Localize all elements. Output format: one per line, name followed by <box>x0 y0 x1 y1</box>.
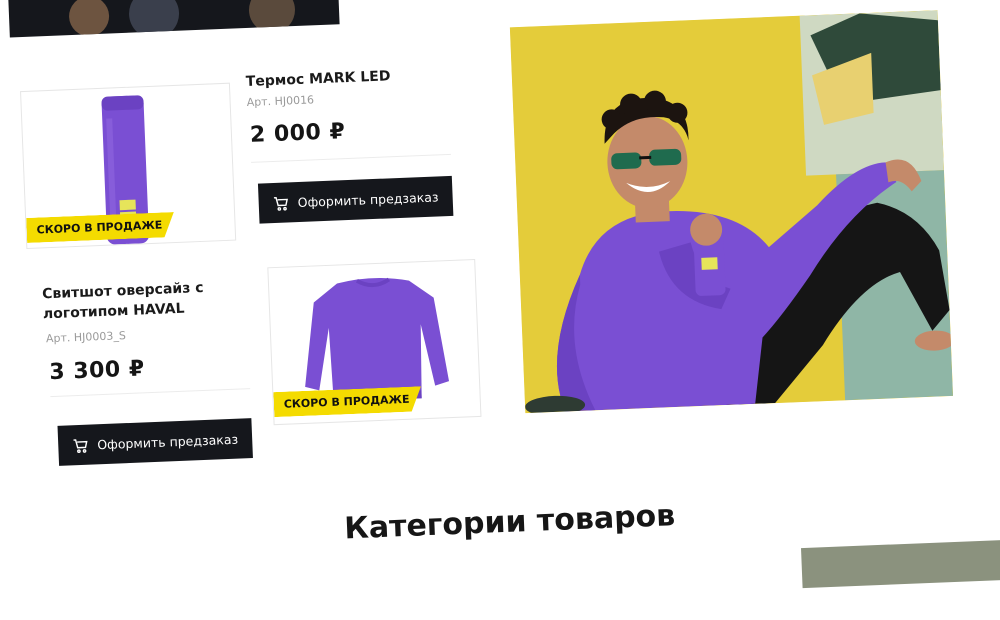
cart-icon <box>73 438 88 453</box>
preorder-button[interactable]: Оформить предзаказ <box>57 418 253 466</box>
product-image-thermos[interactable]: СКОРО В ПРОДАЖЕ <box>20 82 237 249</box>
preorder-button[interactable]: Оформить предзаказ <box>257 175 454 224</box>
product-divider <box>251 153 451 163</box>
banner-strip-top <box>7 0 340 38</box>
product-title[interactable]: Свитшот оверсайз с логотипом HAVAL <box>42 278 205 324</box>
preorder-button-label: Оформить предзаказ <box>297 188 439 210</box>
cart-icon <box>273 196 288 211</box>
product-divider <box>50 388 251 398</box>
product-article: Арт. HJ0003_S <box>45 329 127 346</box>
preorder-button-label: Оформить предзаказ <box>96 431 239 452</box>
hero-photo <box>509 10 954 414</box>
product-title[interactable]: Термос MARK LED <box>245 66 391 92</box>
product-price: 3 300 ₽ <box>48 356 146 386</box>
product-article: Арт. HJ0016 <box>246 93 315 110</box>
product-price: 2 000 ₽ <box>249 119 346 148</box>
hero-lifestyle-image <box>509 10 954 414</box>
product-image-sweatshirt[interactable]: СКОРО В ПРОДАЖЕ <box>267 258 482 426</box>
page-stage: СКОРО В ПРОДАЖЕ Термос MARK LED Арт. HJ0… <box>0 0 1000 589</box>
category-preview-strip <box>801 539 1000 589</box>
